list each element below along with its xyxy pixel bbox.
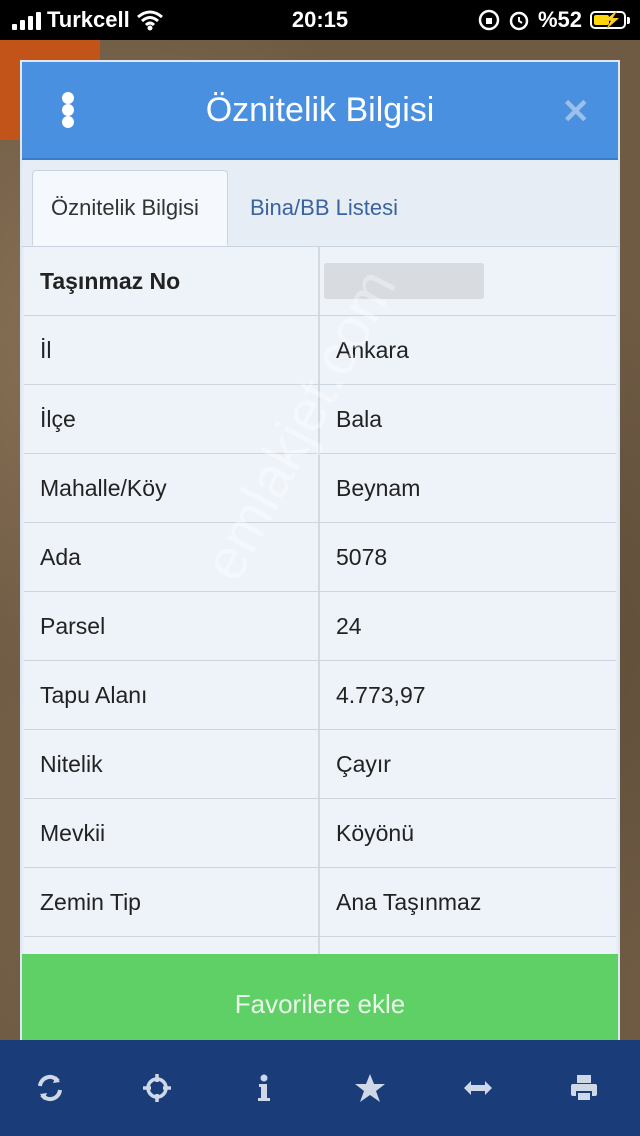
refresh-icon[interactable] xyxy=(30,1068,70,1108)
row-value: Çayır xyxy=(336,750,391,777)
row-key: Mahalle/Köy xyxy=(24,454,320,522)
battery-percent: %52 xyxy=(537,7,582,32)
redacted-value xyxy=(324,263,484,299)
more-menu-icon[interactable] xyxy=(62,92,76,128)
add-favorites-button[interactable]: Favorilere ekle xyxy=(22,954,618,1054)
battery-icon: ⚡ xyxy=(590,11,630,29)
status-right: %52 ⚡ xyxy=(478,7,630,33)
table-row: Taşınmaz No xyxy=(24,247,616,316)
row-key: Tapu Alanı xyxy=(24,661,320,729)
row-value: Ana Taşınmaz xyxy=(336,888,482,915)
row-value: Beynam xyxy=(336,474,421,501)
row-key: Mevkii xyxy=(24,799,320,867)
attribute-table: Taşınmaz No İl Ankara İlçe Bala Mahalle/… xyxy=(24,247,616,978)
table-row: İlçe Bala xyxy=(24,385,616,454)
crosshair-icon[interactable] xyxy=(137,1068,177,1108)
table-row: Nitelik Çayır xyxy=(24,730,616,799)
row-key: Taşınmaz No xyxy=(24,247,320,315)
bottom-toolbar xyxy=(0,1040,640,1136)
dialog-header: Öznitelik Bilgisi ✕ xyxy=(22,62,618,160)
orientation-lock-icon xyxy=(478,9,500,31)
row-value: 5078 xyxy=(336,543,388,570)
table-row: Zemin Tip Ana Taşınmaz xyxy=(24,868,616,937)
tab-attribute-info[interactable]: Öznitelik Bilgisi xyxy=(32,170,228,246)
row-value: Ankara xyxy=(336,336,409,363)
row-key: Ada xyxy=(24,523,320,591)
status-left: Turkcell xyxy=(12,7,164,33)
row-key: Zemin Tip xyxy=(24,868,320,936)
tab-bar: Öznitelik Bilgisi Bina/BB Listesi xyxy=(22,160,618,247)
close-icon[interactable]: ✕ xyxy=(562,92,591,132)
measure-icon[interactable] xyxy=(458,1068,498,1108)
row-value: 4.773,97 xyxy=(336,681,426,708)
row-key: İl xyxy=(24,316,320,384)
status-bar: Turkcell 20:15 %52 ⚡ xyxy=(0,0,640,40)
row-value: Köyönü xyxy=(336,819,415,846)
row-key: Parsel xyxy=(24,592,320,660)
table-row: Parsel 24 xyxy=(24,592,616,661)
carrier-label: Turkcell xyxy=(47,7,130,32)
row-value: 24 xyxy=(336,612,362,639)
table-row: Mahalle/Köy Beynam xyxy=(24,454,616,523)
dialog-title: Öznitelik Bilgisi xyxy=(205,90,435,129)
star-icon[interactable] xyxy=(350,1068,390,1108)
print-icon[interactable] xyxy=(564,1068,604,1108)
row-key: Nitelik xyxy=(24,730,320,798)
wifi-icon xyxy=(136,10,163,31)
row-key: İlçe xyxy=(24,385,320,453)
table-row: Tapu Alanı 4.773,97 xyxy=(24,661,616,730)
row-value xyxy=(320,247,616,315)
table-row: Mevkii Köyönü xyxy=(24,799,616,868)
table-row: Ada 5078 xyxy=(24,523,616,592)
tab-building-list[interactable]: Bina/BB Listesi xyxy=(232,170,416,246)
alarm-icon xyxy=(509,11,529,31)
table-row: İl Ankara xyxy=(24,316,616,385)
info-icon[interactable] xyxy=(244,1068,284,1108)
attribute-dialog: Öznitelik Bilgisi ✕ Öznitelik Bilgisi Bi… xyxy=(22,62,618,1054)
row-value: Bala xyxy=(336,405,383,432)
signal-icon xyxy=(12,10,41,30)
